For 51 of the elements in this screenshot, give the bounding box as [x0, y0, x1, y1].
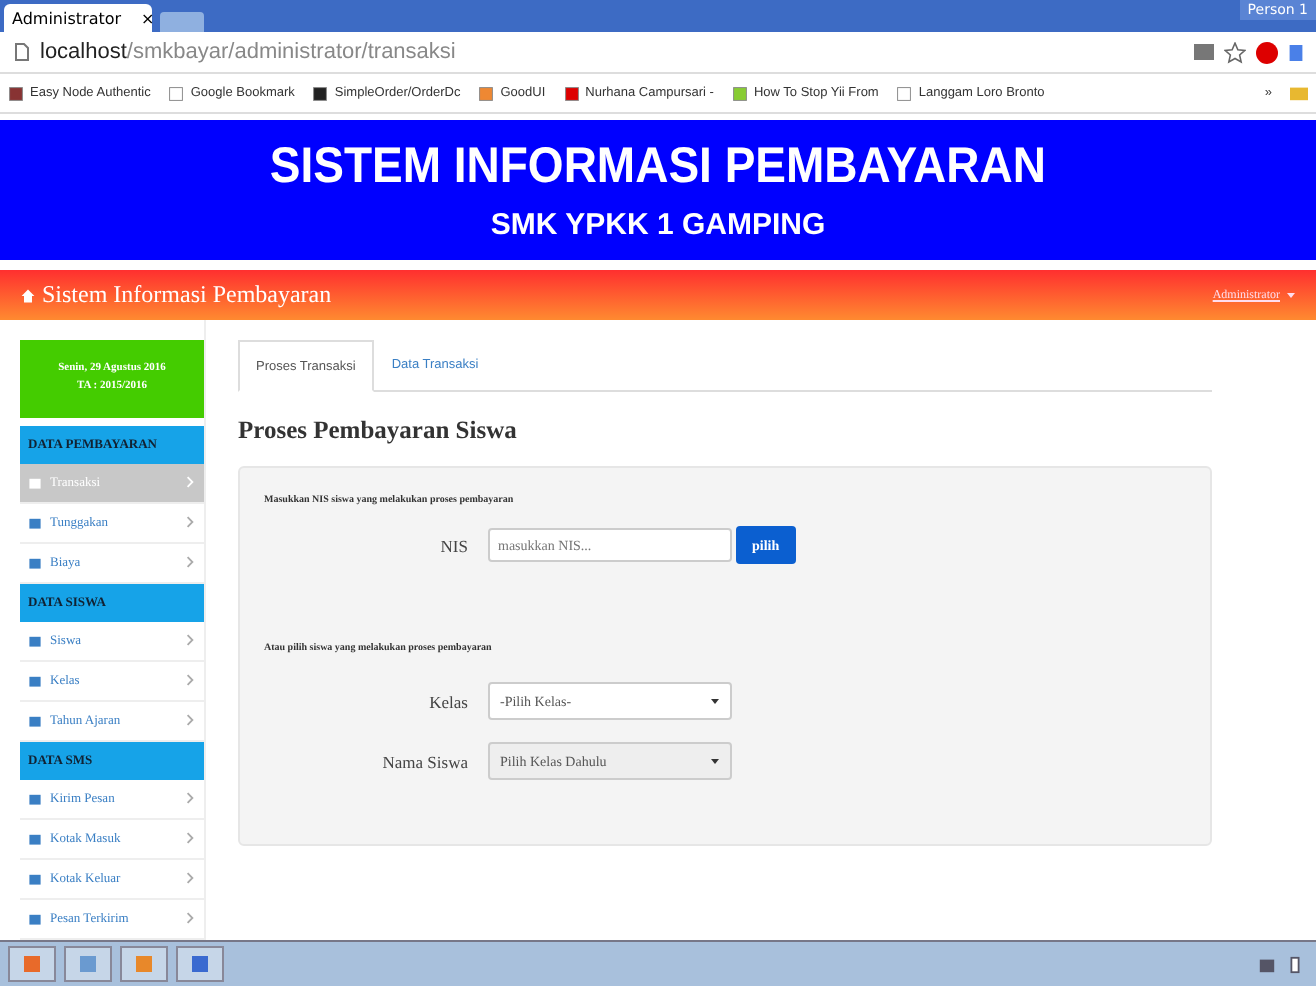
bookmark-icon	[731, 85, 748, 101]
item-icon	[28, 791, 42, 806]
field-label: Kelas	[427, 691, 470, 711]
caret-icon	[710, 756, 720, 766]
page-heading: Proses Pembayaran Siswa	[238, 416, 519, 446]
chevron-icon	[184, 516, 196, 529]
chevron-icon	[184, 556, 196, 569]
bookmark-icon	[8, 85, 24, 101]
navbar-brand[interactable]: Sistem Informasi Pembayaran	[20, 280, 332, 310]
bookmark-icon	[312, 85, 329, 101]
folder-icon	[1290, 84, 1308, 102]
banner-title: SISTEM INFORMASI PEMBAYARAN	[269, 138, 1047, 196]
taskbar-app-icon[interactable]	[8, 946, 56, 982]
page-icon	[12, 42, 32, 62]
caret-icon	[710, 696, 720, 706]
item-icon	[28, 475, 42, 490]
chevron-icon	[184, 832, 196, 845]
extension-icon	[1288, 41, 1304, 63]
item-icon	[28, 515, 42, 530]
star-icon	[1224, 41, 1246, 63]
bookmark-icon	[478, 85, 495, 101]
item-icon	[28, 673, 42, 688]
taskbar-app-icon[interactable]	[64, 946, 112, 982]
chevron-icon	[184, 674, 196, 687]
caret-icon	[1286, 290, 1296, 300]
url-path[interactable]: /smkbayar/administrator/transaksi	[126, 40, 456, 64]
item-icon	[28, 911, 42, 926]
chevron-icon	[184, 634, 196, 647]
chevron-icon	[184, 476, 196, 489]
battery-icon	[1286, 955, 1304, 973]
item-icon	[28, 633, 42, 648]
field-label: NIS	[438, 535, 470, 555]
bookmark-icon	[168, 85, 185, 101]
item-icon	[28, 555, 42, 570]
bookmark-icon	[563, 85, 580, 101]
taskbar-app-icon[interactable]	[176, 946, 224, 982]
banner-subtitle: SMK YPKK 1 GAMPING	[490, 208, 826, 242]
chevron-icon	[184, 872, 196, 885]
taskbar-app-icon[interactable]	[120, 946, 168, 982]
item-icon	[28, 871, 42, 886]
url-host[interactable]: localhost	[40, 40, 127, 64]
item-icon	[28, 713, 42, 728]
browser-tab[interactable]: Administrator ×	[4, 4, 152, 32]
chevron-icon	[184, 714, 196, 727]
chevron-icon	[184, 792, 196, 805]
item-icon	[28, 831, 42, 846]
chevron-icon	[184, 912, 196, 925]
home-icon	[20, 287, 36, 303]
close-icon[interactable]: ×	[141, 9, 155, 27]
bookmark-icon	[896, 85, 913, 101]
field-label: Nama Siswa	[380, 751, 470, 771]
